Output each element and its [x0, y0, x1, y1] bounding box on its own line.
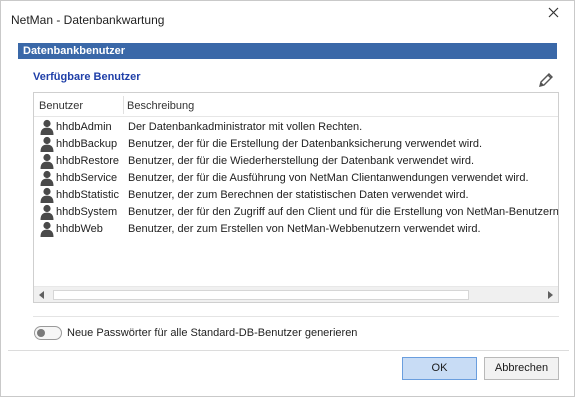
list-item[interactable]: hhdbStatistic Benutzer, der zum Berechne… — [34, 187, 558, 204]
scroll-right-arrow-icon[interactable] — [542, 287, 558, 302]
user-icon — [40, 221, 54, 237]
toggle-label[interactable]: Neue Passwörter für alle Standard-DB-Ben… — [67, 327, 357, 339]
user-name: hhdbRestore — [56, 155, 119, 167]
divider — [8, 350, 569, 351]
user-name: hhdbBackup — [56, 138, 118, 150]
list-item[interactable]: hhdbBackup Benutzer, der für die Erstell… — [34, 136, 558, 153]
scroll-left-arrow-icon[interactable] — [34, 287, 50, 302]
divider — [33, 316, 559, 317]
user-description: Benutzer, der für die Erstellung der Dat… — [128, 138, 483, 150]
horizontal-scrollbar[interactable] — [34, 286, 558, 302]
column-separator[interactable] — [123, 96, 124, 114]
user-icon — [40, 119, 54, 135]
cancel-button[interactable]: Abbrechen — [484, 357, 559, 380]
scrollbar-thumb[interactable] — [53, 290, 469, 300]
close-button[interactable] — [542, 5, 564, 23]
column-header-user[interactable]: Benutzer — [39, 100, 83, 112]
user-description: Der Datenbankadministrator mit vollen Re… — [128, 121, 363, 133]
section-title: Datenbankbenutzer — [23, 45, 126, 57]
list-item[interactable]: hhdbRestore Benutzer, der für die Wieder… — [34, 153, 558, 170]
user-icon — [40, 153, 54, 169]
window-title: NetMan - Datenbankwartung — [11, 13, 165, 27]
title-bar: NetMan - Datenbankwartung — [1, 1, 574, 37]
user-description: Benutzer, der zum Erstellen von NetMan-W… — [128, 223, 481, 235]
user-name: hhdbService — [56, 172, 118, 184]
user-description: Benutzer, der für die Ausführung von Net… — [128, 172, 529, 184]
user-description: Benutzer, der für den Zugriff auf den Cl… — [128, 206, 559, 218]
user-icon — [40, 204, 54, 220]
column-header-description[interactable]: Beschreibung — [127, 100, 194, 112]
ok-button[interactable]: OK — [402, 357, 477, 380]
user-name: hhdbSystem — [56, 206, 118, 218]
regenerate-passwords-toggle[interactable] — [34, 326, 62, 340]
group-title: Verfügbare Benutzer — [33, 71, 141, 83]
list-rows: hhdbAdmin Der Datenbankadministrator mit… — [34, 119, 558, 238]
user-description: Benutzer, der zum Berechnen der statisti… — [128, 189, 469, 201]
toggle-knob — [37, 329, 45, 337]
pencil-icon — [539, 73, 553, 87]
list-item[interactable]: hhdbService Benutzer, der für die Ausfüh… — [34, 170, 558, 187]
user-icon — [40, 170, 54, 186]
user-icon — [40, 187, 54, 203]
section-header: Datenbankbenutzer — [18, 43, 557, 59]
user-name: hhdbWeb — [56, 223, 103, 235]
edit-button[interactable] — [537, 71, 555, 89]
list-item[interactable]: hhdbWeb Benutzer, der zum Erstellen von … — [34, 221, 558, 238]
list-header: Benutzer Beschreibung — [34, 93, 558, 117]
user-name: hhdbStatistic — [56, 189, 119, 201]
dialog-window: NetMan - Datenbankwartung Datenbankbenut… — [0, 0, 575, 397]
close-icon — [548, 7, 558, 18]
users-list[interactable]: Benutzer Beschreibung hhdbAdmin Der Date… — [33, 92, 559, 303]
list-item[interactable]: hhdbAdmin Der Datenbankadministrator mit… — [34, 119, 558, 136]
user-description: Benutzer, der für die Wiederherstellung … — [128, 155, 475, 167]
user-icon — [40, 136, 54, 152]
user-name: hhdbAdmin — [56, 121, 112, 133]
list-item[interactable]: hhdbSystem Benutzer, der für den Zugriff… — [34, 204, 558, 221]
